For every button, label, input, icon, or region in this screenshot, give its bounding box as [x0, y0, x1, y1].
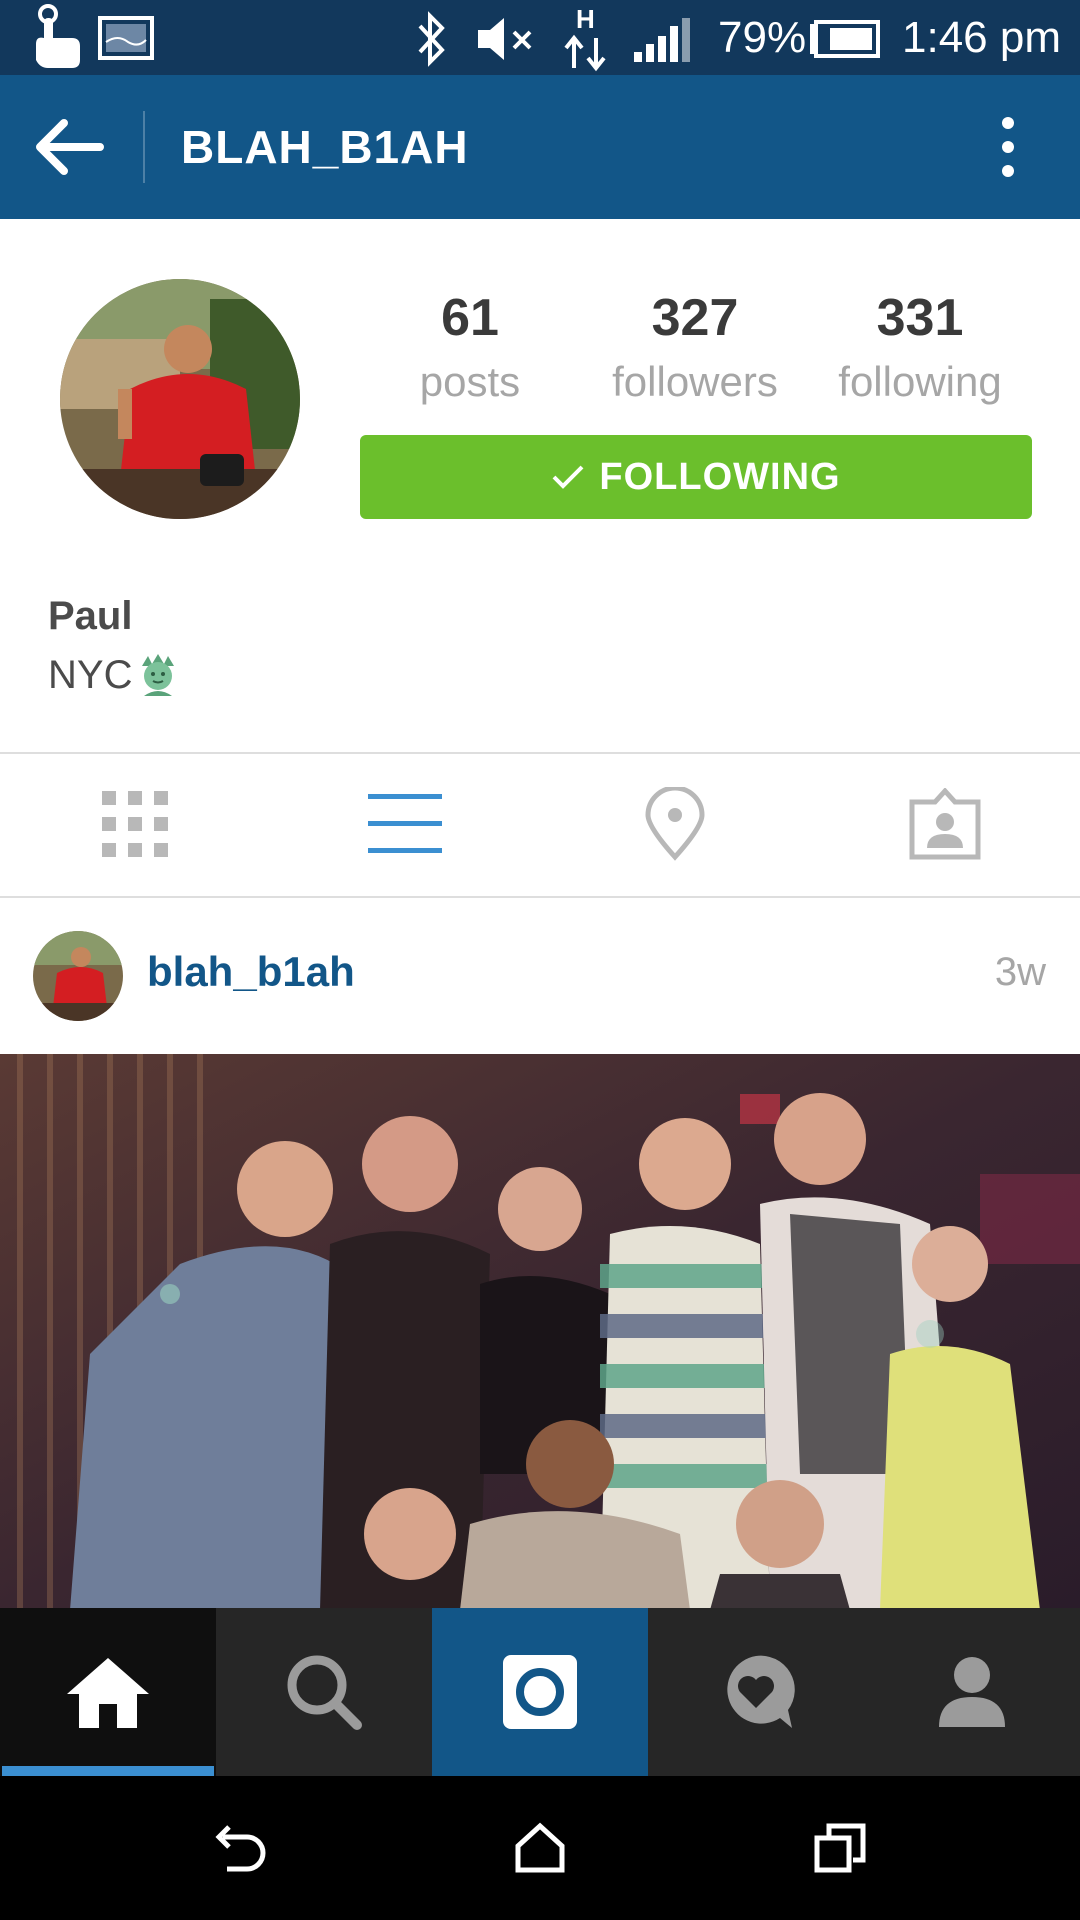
system-nav-bar [0, 1776, 1080, 1920]
bluetooth-icon [414, 10, 450, 73]
statue-of-liberty-emoji-icon [142, 654, 175, 696]
nav-profile[interactable] [864, 1608, 1080, 1776]
stat-followers-value: 327 [651, 289, 739, 347]
system-recents-button[interactable] [804, 1812, 876, 1884]
tabs-divider [0, 896, 1080, 898]
following-button[interactable]: FOLLOWING [360, 435, 1032, 519]
app-bar-divider [143, 111, 145, 183]
data-hplus-icon: H [562, 4, 610, 77]
location-pin-icon [645, 787, 705, 861]
app-bar: BLAH_B1AH [0, 75, 1080, 219]
stat-posts[interactable]: 61 posts [370, 285, 570, 413]
tab-tagged[interactable] [895, 760, 995, 888]
more-vert-icon[interactable] [990, 113, 1026, 185]
status-bar: H 79% 1:46 pm [0, 0, 1080, 75]
page-title: BLAH_B1AH [181, 121, 469, 173]
nav-home[interactable] [0, 1608, 216, 1776]
profile-icon [939, 1657, 1005, 1727]
touch-icon [26, 4, 82, 75]
list-icon [368, 794, 442, 853]
tab-grid[interactable] [85, 760, 185, 888]
battery-percent: 79% [718, 13, 807, 62]
activity-heart-icon [727, 1655, 795, 1728]
battery-icon [808, 20, 880, 63]
stat-posts-value: 61 [441, 289, 499, 347]
following-button-label: FOLLOWING [599, 455, 841, 498]
search-icon [287, 1655, 362, 1730]
bottom-nav [0, 1608, 1080, 1776]
signal-icon [632, 16, 692, 69]
tagged-photos-icon [909, 788, 981, 860]
mute-icon [476, 14, 536, 69]
recents-icon [814, 1823, 866, 1873]
gallery-icon [98, 16, 154, 65]
home-outline-icon [515, 1822, 565, 1873]
stat-following-value: 331 [876, 289, 964, 347]
post-timestamp: 3w [994, 950, 1046, 994]
profile-bio-text: NYC [48, 652, 133, 697]
back-arrow-icon[interactable] [30, 113, 112, 181]
back-icon [215, 1825, 266, 1872]
home-icon [67, 1658, 149, 1728]
checkmark-icon [552, 465, 584, 489]
stat-posts-label: posts [419, 358, 521, 405]
tab-list[interactable] [355, 760, 455, 888]
system-back-button[interactable] [205, 1812, 277, 1884]
stat-following[interactable]: 331 following [820, 285, 1020, 413]
profile-bio: NYC [48, 652, 180, 698]
nav-search[interactable] [216, 1608, 432, 1776]
clock: 1:46 pm [902, 13, 1061, 62]
section-divider [0, 752, 1080, 754]
nav-camera[interactable] [432, 1608, 648, 1776]
system-home-button[interactable] [504, 1812, 576, 1884]
stat-followers-label: followers [612, 358, 778, 405]
post-author-avatar[interactable] [33, 931, 123, 1021]
tab-location[interactable] [625, 760, 725, 888]
nav-activity[interactable] [648, 1608, 864, 1776]
stat-followers[interactable]: 327 followers [595, 285, 795, 413]
profile-avatar[interactable] [60, 279, 300, 519]
profile-name: Paul [48, 594, 133, 638]
stat-following-label: following [838, 358, 1002, 405]
post-photo[interactable] [0, 1054, 1080, 1610]
post-username[interactable]: blah_b1ah [147, 948, 355, 996]
nav-active-indicator [2, 1766, 214, 1776]
camera-icon [503, 1655, 577, 1729]
svg-text:H: H [576, 4, 595, 34]
grid-icon [102, 791, 168, 857]
